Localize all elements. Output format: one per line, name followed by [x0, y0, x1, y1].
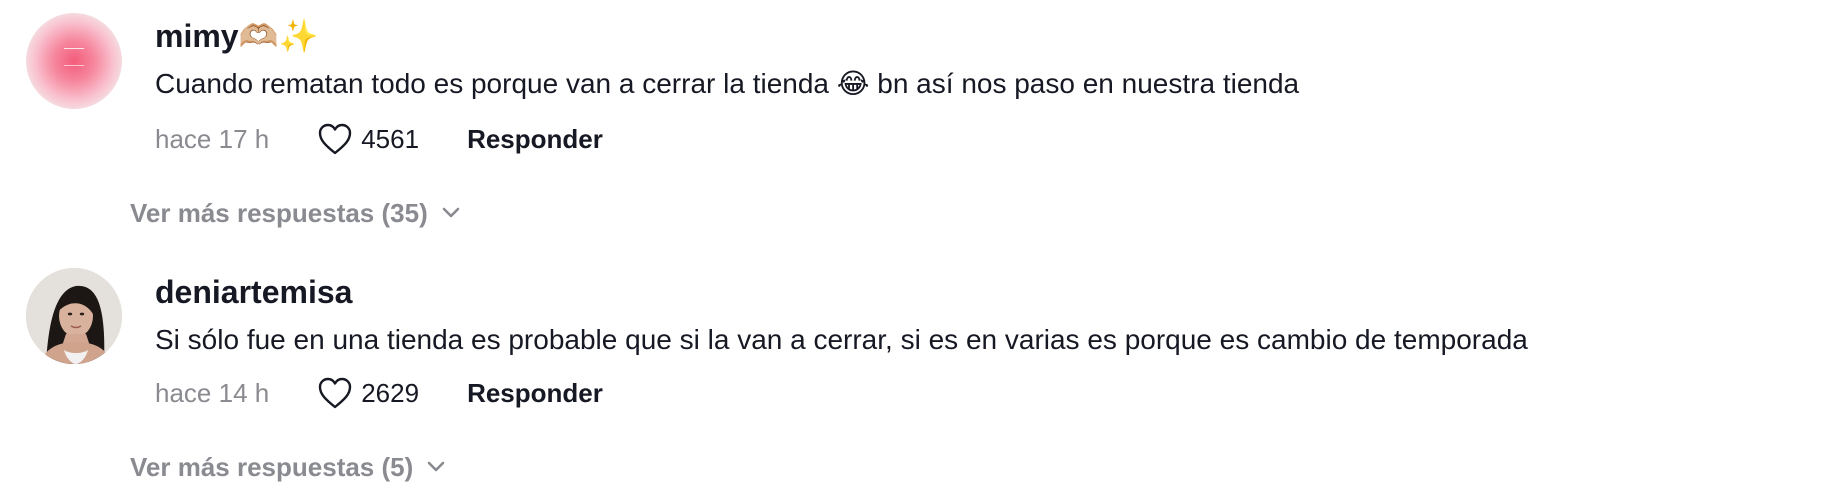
view-more-replies-button[interactable]: Ver más respuestas (5) — [130, 447, 445, 487]
like-button[interactable]: 4561 — [317, 122, 419, 156]
comment-text: Si sólo fue en una tienda es probable qu… — [155, 324, 1528, 355]
heart-outline-icon — [319, 377, 352, 409]
comment-timestamp: hace 17 h — [155, 123, 270, 154]
avatar-photo — [26, 268, 122, 364]
chevron-down-icon — [427, 461, 445, 472]
avatar[interactable] — [26, 268, 122, 364]
like-count: 4561 — [361, 123, 420, 154]
comment-meta: hace 17 h 4561 Responder — [155, 119, 603, 159]
reply-button[interactable]: Responder — [467, 378, 603, 409]
view-more-replies-label: Ver más respuestas (5) — [130, 451, 414, 482]
comment-text: Cuando rematan todo es porque van a cerr… — [155, 68, 1300, 99]
like-count: 2629 — [361, 377, 420, 408]
avatar[interactable] — [26, 13, 122, 109]
reply-button[interactable]: Responder — [467, 124, 603, 155]
view-more-replies-label: Ver más respuestas (35) — [130, 197, 428, 228]
comment-meta: hace 14 h 2629 Responder — [155, 373, 603, 413]
heart-outline-icon — [319, 123, 352, 155]
like-button[interactable]: 2629 — [317, 376, 419, 410]
comment-username[interactable]: mimy🫶🏼✨ — [155, 16, 318, 56]
chevron-down-icon — [442, 207, 460, 218]
comment-timestamp: hace 14 h — [155, 377, 270, 408]
comment-username[interactable]: deniartemisa — [155, 272, 352, 312]
view-more-replies-button[interactable]: Ver más respuestas (35) — [130, 193, 460, 233]
